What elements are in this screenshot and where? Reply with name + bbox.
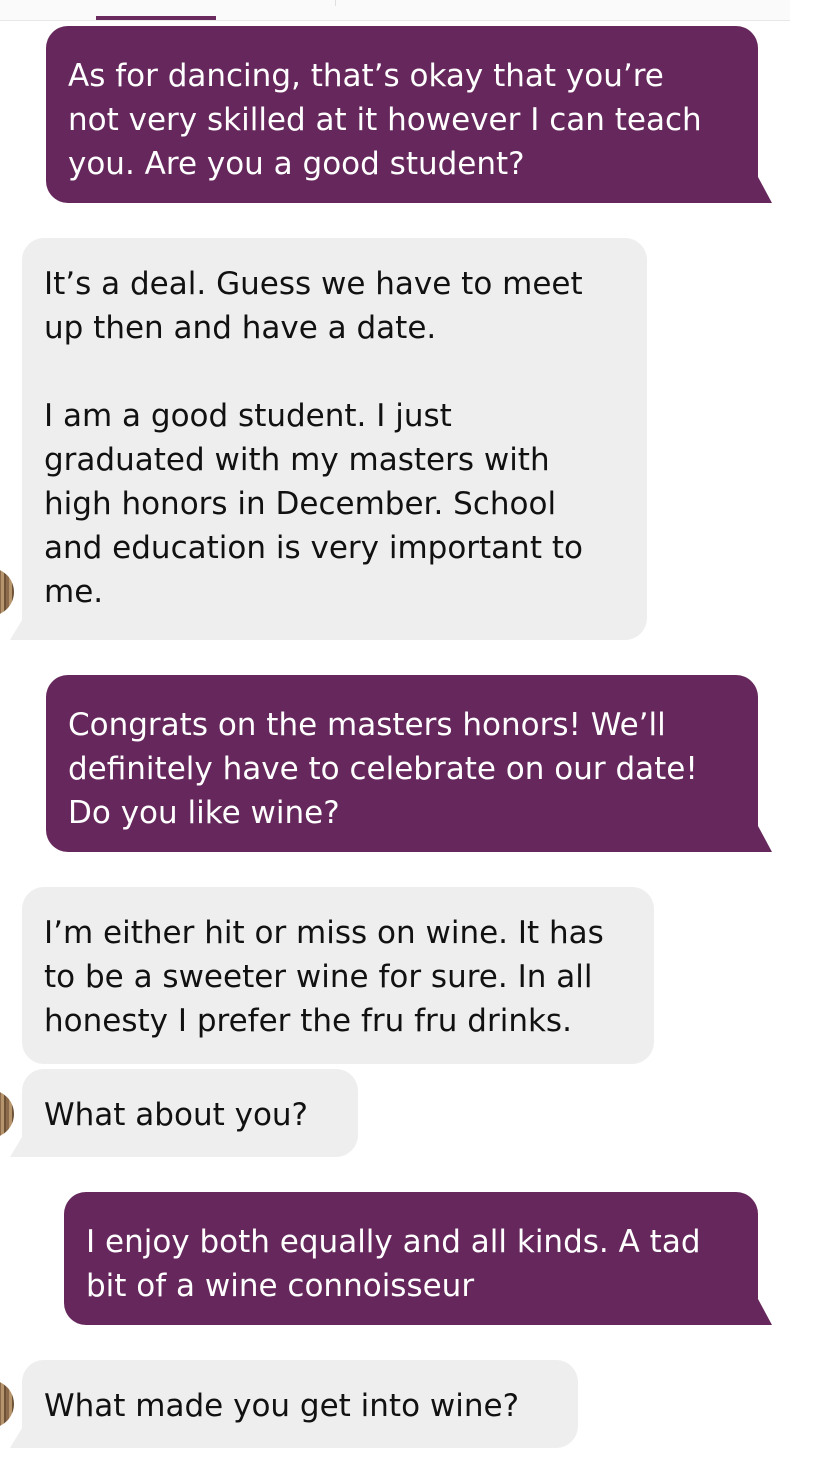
top-tab-bar: [0, 0, 790, 21]
active-tab-indicator: [96, 16, 216, 20]
incoming-message-2[interactable]: It’s a deal. Guess we have to meet up th…: [10, 238, 647, 640]
incoming-message-4[interactable]: I’m either hit or miss on wine. It has t…: [22, 887, 654, 1064]
incoming-message-5[interactable]: What about you?: [10, 1069, 358, 1157]
outgoing-message-6[interactable]: I enjoy both equally and all kinds. A ta…: [64, 1192, 772, 1325]
outgoing-message-3[interactable]: Congrats on the masters honors! We’ll de…: [46, 675, 772, 852]
tab-divider: [335, 0, 336, 6]
incoming-message-7[interactable]: What made you get into wine?: [10, 1360, 578, 1448]
outgoing-message-1[interactable]: As for dancing, that’s okay that you’re …: [46, 26, 772, 203]
contact-avatar-icon[interactable]: [0, 568, 14, 616]
contact-avatar-icon[interactable]: [0, 1090, 14, 1138]
contact-avatar-icon[interactable]: [0, 1380, 14, 1428]
